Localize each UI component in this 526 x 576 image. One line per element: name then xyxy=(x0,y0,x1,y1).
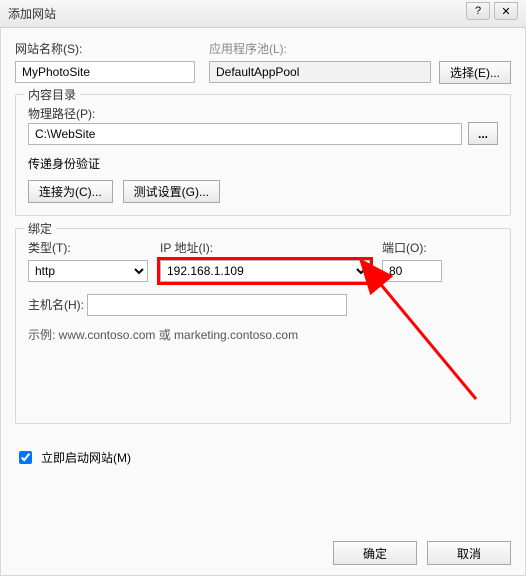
close-icon[interactable]: ✕ xyxy=(494,2,518,20)
hostname-example: 示例: www.contoso.com 或 marketing.contoso.… xyxy=(28,326,498,343)
hostname-label: 主机名(H): xyxy=(28,298,84,312)
passthrough-auth-label: 传递身份验证 xyxy=(28,155,498,172)
ip-address-wrap: 192.168.1.109 xyxy=(160,260,370,282)
port-label: 端口(O): xyxy=(382,239,442,256)
ip-address-label: IP 地址(I): xyxy=(160,239,370,256)
content-directory-legend: 内容目录 xyxy=(24,86,80,103)
port-input[interactable] xyxy=(382,260,442,282)
apppool-label: 应用程序池(L): xyxy=(209,40,511,57)
binding-group: 绑定 类型(T): http IP 地址(I): 192.168.1.109 端… xyxy=(15,228,511,424)
type-label: 类型(T): xyxy=(28,239,148,256)
apppool-input xyxy=(209,61,431,83)
help-icon[interactable]: ? xyxy=(466,2,490,20)
select-apppool-button[interactable]: 选择(E)... xyxy=(439,61,511,84)
physical-path-label: 物理路径(P): xyxy=(28,107,95,121)
test-settings-button[interactable]: 测试设置(G)... xyxy=(123,180,220,203)
cancel-button[interactable]: 取消 xyxy=(427,541,511,565)
dialog-title: 添加网站 xyxy=(8,5,56,22)
ellipsis-icon: ... xyxy=(478,127,488,141)
content-directory-group: 内容目录 物理路径(P): ... 传递身份验证 连接为(C)... 测试设置(… xyxy=(15,94,511,216)
browse-button[interactable]: ... xyxy=(468,122,498,145)
dialog-body: 网站名称(S): 应用程序池(L): 选择(E)... 内容目录 物理路径(P)… xyxy=(0,28,526,576)
start-now-label: 立即启动网站(M) xyxy=(41,449,131,466)
type-select[interactable]: http xyxy=(28,260,148,282)
connect-as-button[interactable]: 连接为(C)... xyxy=(28,180,113,203)
ip-address-select[interactable]: 192.168.1.109 xyxy=(160,260,370,282)
ok-button[interactable]: 确定 xyxy=(333,541,417,565)
site-name-label: 网站名称(S): xyxy=(15,40,195,57)
physical-path-input[interactable] xyxy=(28,123,462,145)
site-name-input[interactable] xyxy=(15,61,195,83)
title-bar: 添加网站 ? ✕ xyxy=(0,0,526,28)
binding-legend: 绑定 xyxy=(24,220,56,237)
hostname-input[interactable] xyxy=(87,294,347,316)
start-now-checkbox[interactable] xyxy=(19,451,32,464)
